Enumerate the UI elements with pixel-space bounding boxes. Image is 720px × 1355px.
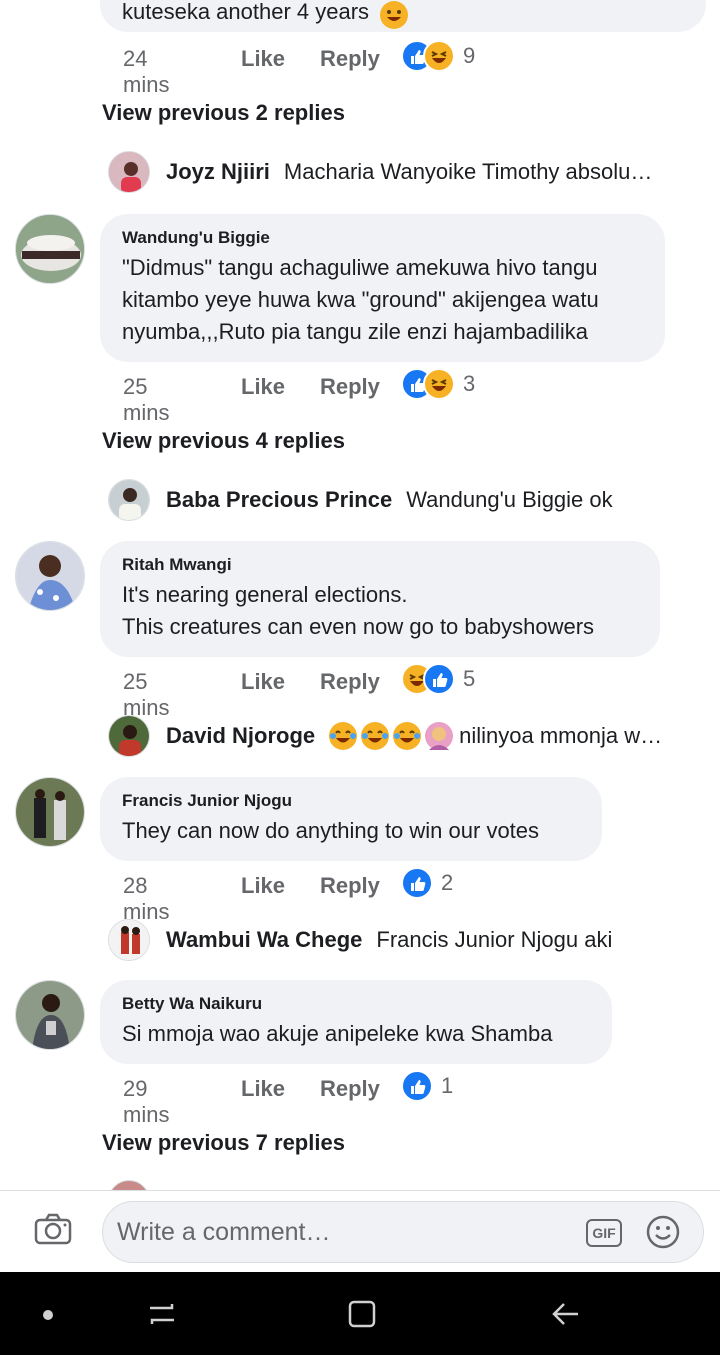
comment-text: kuteseka another 4 years: [122, 0, 370, 24]
comment-text-line: This creatures can even now go to babysh…: [122, 614, 595, 639]
emoji-group: [329, 722, 457, 750]
reply-button[interactable]: Reply: [320, 1076, 380, 1102]
reply-button[interactable]: Reply: [320, 669, 380, 695]
reactions-summary[interactable]: 3: [401, 368, 475, 400]
reactions-summary[interactable]: 2: [401, 867, 453, 899]
avatar[interactable]: [108, 715, 150, 757]
like-reaction-icon: [401, 867, 433, 899]
comment-text-line: They can now do anything to win our vote…: [122, 818, 540, 843]
tears-of-joy-emoji-icon: [393, 722, 422, 750]
reply-preview[interactable]: Baba Precious Prince Wandung'u Biggie ok: [108, 478, 688, 522]
comment-text-line: kitambo yeye huwa kwa "ground" akijengea…: [122, 287, 599, 312]
home-icon[interactable]: [346, 1298, 378, 1335]
haha-reaction-icon: [423, 368, 455, 400]
like-button[interactable]: Like: [241, 46, 285, 72]
comment-bubble: Francis Junior Njogu They can now do any…: [100, 777, 602, 861]
reaction-count: 5: [463, 666, 476, 691]
comment-bubble: Wandung'u Biggie "Didmus" tangu achaguli…: [100, 214, 665, 362]
reply-author[interactable]: David Njoroge: [166, 723, 315, 749]
comment-bubble: Ritah Mwangi It's nearing general electi…: [100, 541, 660, 657]
system-navigation-bar: [0, 1272, 720, 1355]
reaction-count: 1: [441, 1073, 454, 1098]
comment-bubble: Betty Wa Naikuru Si mmoja wao akuje anip…: [100, 980, 612, 1064]
gif-button[interactable]: GIF: [586, 1219, 622, 1247]
back-arrow-icon[interactable]: [550, 1298, 582, 1335]
reply-author[interactable]: Joyz Njiiri: [166, 159, 270, 185]
reactions-summary[interactable]: 1: [401, 1070, 453, 1102]
comment-text-line: nyumba,,,Ruto pia tangu zile enzi hajamb…: [122, 319, 588, 344]
like-reaction-icon: [423, 663, 455, 695]
tears-of-joy-emoji-icon: [361, 722, 390, 750]
avatar[interactable]: [108, 479, 150, 521]
reply-text: Francis Junior Njogu aki: [376, 927, 613, 952]
reply-text: Macharia Wanyoike Timothy absolu…: [283, 159, 653, 184]
avatar[interactable]: [15, 980, 85, 1050]
comment-author[interactable]: Betty Wa Naikuru: [122, 994, 590, 1014]
avatar[interactable]: [108, 151, 150, 193]
camera-icon[interactable]: [34, 1213, 72, 1250]
reply-preview[interactable]: David Njoroge nilinyoa mmonja w…: [108, 714, 688, 758]
comment-time: 25 mins: [123, 374, 170, 425]
reaction-count: 3: [463, 371, 476, 396]
emoji-icon[interactable]: [646, 1215, 680, 1254]
comment-text-line: Si mmoja wao akuje anipeleke kwa Shamba: [122, 1021, 553, 1046]
comment-text-line: "Didmus" tangu achaguliwe amekuwa hivo t…: [122, 255, 598, 280]
reply-button[interactable]: Reply: [320, 46, 380, 72]
view-previous-replies[interactable]: View previous 4 replies: [102, 428, 345, 454]
reply-button[interactable]: Reply: [320, 873, 380, 899]
view-previous-replies[interactable]: View previous 7 replies: [102, 1130, 345, 1156]
comment-time: 29 mins: [123, 1076, 170, 1127]
tears-of-joy-emoji-icon: [329, 722, 358, 750]
like-button[interactable]: Like: [241, 669, 285, 695]
laughing-emoji-icon: [379, 0, 408, 29]
comment-author[interactable]: Wandung'u Biggie: [122, 228, 643, 248]
reply-preview[interactable]: Wambui Wa Chege Francis Junior Njogu aki: [108, 918, 688, 962]
avatar[interactable]: [108, 919, 150, 961]
comment-time: 24 mins: [123, 46, 170, 97]
reply-text: Wandung'u Biggie ok: [406, 487, 613, 512]
comment-bubble: kuteseka another 4 years: [100, 0, 706, 32]
avatar[interactable]: [15, 777, 85, 847]
like-button[interactable]: Like: [241, 873, 285, 899]
like-button[interactable]: Like: [241, 374, 285, 400]
like-reaction-icon: [401, 1070, 433, 1102]
comment-author[interactable]: Francis Junior Njogu: [122, 791, 580, 811]
avatar[interactable]: [108, 1180, 150, 1190]
reactions-summary[interactable]: 9: [401, 40, 475, 72]
woman-gesturing-emoji-icon: [425, 722, 454, 750]
reply-author[interactable]: Baba Precious Prince: [166, 487, 392, 513]
recent-apps-icon[interactable]: [146, 1298, 178, 1335]
avatar[interactable]: [15, 214, 85, 284]
view-previous-replies[interactable]: View previous 2 replies: [102, 100, 345, 126]
reply-author[interactable]: Wambui Wa Chege: [166, 927, 362, 953]
reactions-summary[interactable]: 5: [401, 663, 475, 695]
dot-icon[interactable]: [42, 1308, 54, 1326]
comment-feed: kuteseka another 4 years 24 mins Like Re…: [0, 0, 720, 1190]
haha-reaction-icon: [423, 40, 455, 72]
comment-text-line: It's nearing general elections.: [122, 582, 408, 607]
comment-composer: GIF: [0, 1190, 720, 1272]
reaction-count: 9: [463, 43, 476, 68]
reply-button[interactable]: Reply: [320, 374, 380, 400]
like-button[interactable]: Like: [241, 1076, 285, 1102]
reply-text: nilinyoa mmonja w…: [459, 723, 663, 748]
comment-author[interactable]: Ritah Mwangi: [122, 555, 638, 575]
reaction-count: 2: [441, 870, 454, 895]
avatar[interactable]: [15, 541, 85, 611]
reply-preview[interactable]: Joyz Njiiri Macharia Wanyoike Timothy ab…: [108, 150, 688, 194]
